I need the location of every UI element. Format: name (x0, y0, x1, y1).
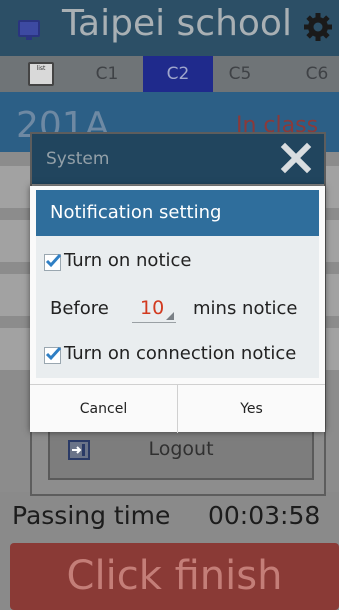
passing-time-value: 00:03:58 (208, 501, 321, 530)
tab-c5[interactable]: C5 (205, 56, 275, 92)
gear-icon[interactable] (303, 12, 333, 42)
cancel-button[interactable]: Cancel (30, 385, 177, 433)
app-title: Taipei school (62, 3, 292, 44)
notification-body: Notification setting Turn on notice Befo… (36, 190, 319, 378)
turn-on-notice-label[interactable]: Turn on notice (64, 250, 191, 271)
connection-notice-label[interactable]: Turn on connection notice (64, 343, 296, 364)
finish-button[interactable]: Click finish (10, 543, 339, 610)
turn-on-notice-checkbox[interactable] (44, 253, 62, 271)
mins-notice-label: mins notice (193, 298, 298, 319)
notification-title: Notification setting (50, 202, 222, 223)
tab-c6[interactable]: C6 (282, 56, 339, 92)
passing-time-label: Passing time (12, 501, 171, 530)
list-icon[interactable]: list (28, 62, 54, 86)
before-label: Before (50, 298, 109, 319)
class-tabs: list C1 C2 C5 C6 (0, 56, 339, 92)
minutes-value: 10 (140, 297, 165, 319)
dialog-buttons: Cancel Yes (30, 384, 325, 433)
system-dialog-title: System (46, 149, 110, 169)
close-icon[interactable] (279, 141, 313, 175)
logout-label: Logout (148, 438, 214, 460)
finish-label: Click finish (66, 553, 283, 599)
monitor-icon[interactable] (18, 20, 40, 40)
minutes-select[interactable]: 10 (132, 294, 176, 323)
tab-c2[interactable]: C2 (143, 56, 213, 92)
yes-button[interactable]: Yes (178, 385, 325, 433)
dropdown-triangle-icon (166, 312, 174, 320)
tab-c1[interactable]: C1 (72, 56, 142, 92)
notification-dialog: Notification setting Turn on notice Befo… (30, 186, 325, 433)
connection-notice-checkbox[interactable] (44, 346, 62, 364)
